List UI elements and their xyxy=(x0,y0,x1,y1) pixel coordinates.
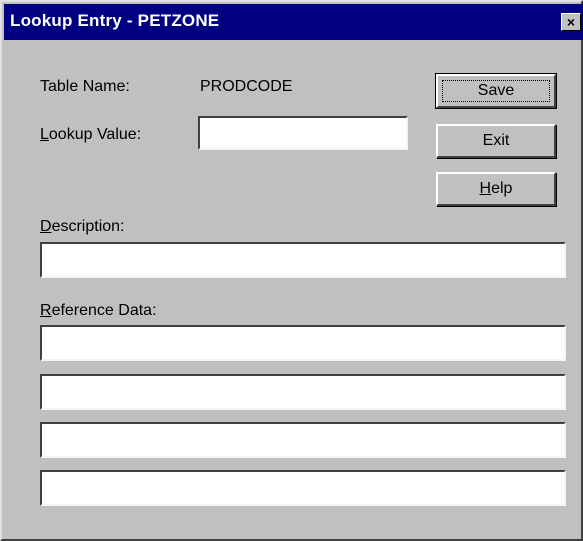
reference-data-input-3[interactable] xyxy=(40,422,566,458)
help-button-label: elp xyxy=(491,180,513,197)
reference-data-input-1[interactable] xyxy=(40,325,566,361)
lookup-value-label: Lookup Value: xyxy=(40,126,141,144)
save-button[interactable]: Save xyxy=(435,73,557,109)
table-name-label: Table Name: xyxy=(40,78,130,95)
lookup-value-input[interactable] xyxy=(198,116,408,150)
lookup-value-mnemonic: L xyxy=(40,126,49,143)
reference-data-label-text: eference Data: xyxy=(51,302,157,319)
description-input[interactable] xyxy=(40,242,566,278)
lookup-entry-dialog: Lookup Entry - PETZONE × Table Name: PRO… xyxy=(0,0,583,541)
lookup-value-label-text: ookup Value: xyxy=(48,126,142,143)
help-button[interactable]: Help xyxy=(436,172,556,206)
reference-data-label: Reference Data: xyxy=(40,302,157,320)
description-label-text: escription: xyxy=(51,218,125,235)
focus-rectangle xyxy=(442,80,550,102)
title-bar[interactable]: Lookup Entry - PETZONE × xyxy=(4,4,583,40)
window-title: Lookup Entry - PETZONE xyxy=(10,11,220,30)
table-name-value: PRODCODE xyxy=(200,78,293,95)
reference-data-mnemonic: R xyxy=(40,302,52,319)
description-mnemonic: D xyxy=(40,218,52,235)
exit-button-label: Exit xyxy=(482,132,510,149)
reference-data-input-2[interactable] xyxy=(40,374,566,410)
close-icon: × xyxy=(566,14,576,30)
close-button[interactable]: × xyxy=(561,13,581,31)
exit-button[interactable]: Exit xyxy=(436,124,556,158)
description-label: Description: xyxy=(40,218,124,236)
help-mnemonic: H xyxy=(479,180,492,197)
reference-data-input-4[interactable] xyxy=(40,470,566,506)
